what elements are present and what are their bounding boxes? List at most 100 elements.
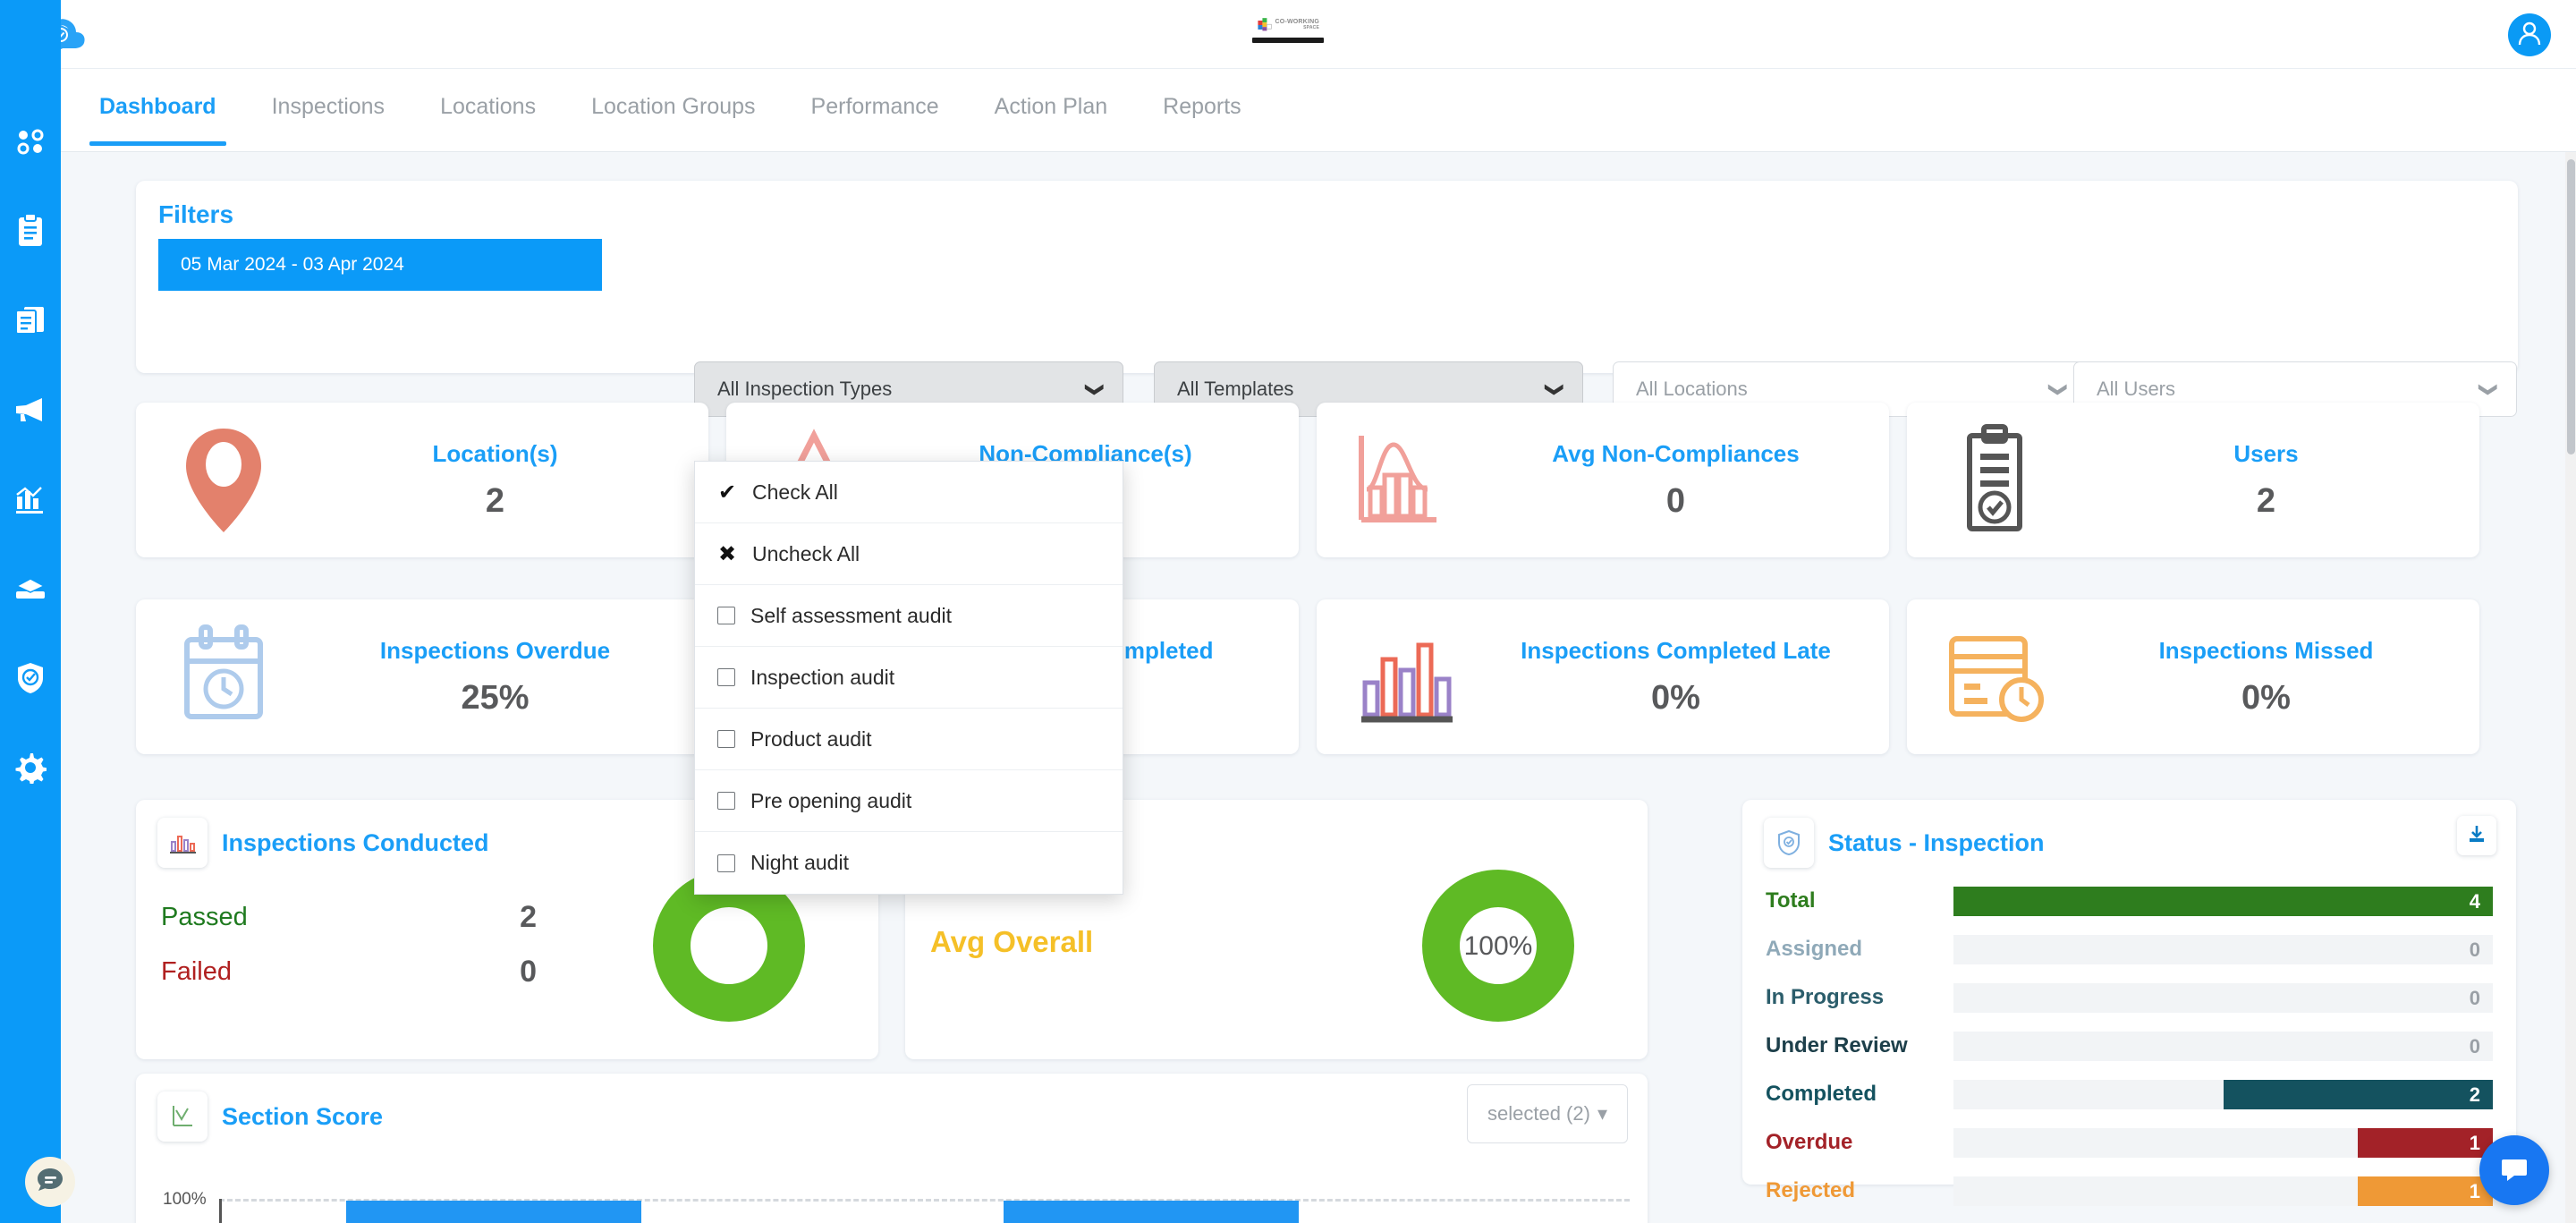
checkbox-icon[interactable] bbox=[717, 792, 735, 810]
status-row-rejected[interactable]: Rejected 1 bbox=[1742, 1167, 2516, 1215]
kpi-label: Inspections Completed Late bbox=[1521, 636, 1831, 664]
sidebar-item-inspections[interactable] bbox=[0, 186, 61, 276]
users-value: All Users bbox=[2097, 378, 2176, 400]
row-label: Failed bbox=[161, 957, 232, 986]
score-subtitle: Avg Overall bbox=[930, 925, 1094, 958]
status-label: Assigned bbox=[1766, 937, 1863, 961]
status-bar-track: 1 bbox=[1953, 1176, 2493, 1206]
sidebar-item-training[interactable] bbox=[0, 544, 61, 633]
row-label: Passed bbox=[161, 903, 248, 931]
panel-title: Inspections Conducted bbox=[222, 828, 489, 856]
kpi-card-locations[interactable]: Location(s) 2 bbox=[136, 403, 708, 557]
checkbox-icon[interactable] bbox=[717, 854, 735, 872]
kpi-card-inspections-missed[interactable]: Inspections Missed 0% bbox=[1907, 599, 2479, 754]
avatar[interactable] bbox=[2508, 13, 2551, 56]
card-clock-icon bbox=[1907, 628, 2081, 726]
checkbox-icon[interactable] bbox=[717, 607, 735, 624]
chevron-down-icon: ▾ bbox=[1597, 1102, 1607, 1125]
help-chat-button[interactable] bbox=[25, 1157, 75, 1207]
page-scrollbar[interactable] bbox=[2565, 152, 2576, 1223]
date-range-filter[interactable]: 05 Mar 2024 - 03 Apr 2024 bbox=[158, 239, 602, 291]
kpi-label: Inspections Missed bbox=[2158, 636, 2374, 664]
sidebar-item-documents[interactable] bbox=[0, 276, 61, 365]
clipboard-icon bbox=[15, 214, 46, 248]
checkbox-icon[interactable] bbox=[717, 668, 735, 686]
kpi-card-inspections-completed-late[interactable]: Inspections Completed Late 0% bbox=[1317, 599, 1889, 754]
chevron-down-icon: ❯ bbox=[1545, 381, 1565, 397]
main-nav: Dashboard Inspections Locations Location… bbox=[61, 69, 2576, 152]
scrollbar-thumb[interactable] bbox=[2567, 159, 2575, 454]
tab-reports[interactable]: Reports bbox=[1135, 94, 1269, 152]
kpi-card-avg-non-compliances[interactable]: Avg Non-Compliances 0 bbox=[1317, 403, 1889, 557]
messenger-button[interactable] bbox=[2479, 1135, 2549, 1205]
tab-locations[interactable]: Locations bbox=[412, 94, 564, 152]
sidebar-item-settings[interactable] bbox=[0, 723, 61, 812]
uncheck-all-icon: ✖ bbox=[717, 541, 737, 566]
chevron-down-icon: ❯ bbox=[2048, 381, 2069, 397]
section-score-bar-0[interactable] bbox=[346, 1201, 641, 1223]
sidebar-item-compliance[interactable] bbox=[0, 633, 61, 723]
documents-icon bbox=[13, 304, 47, 336]
y-axis-tick-100: 100% bbox=[163, 1190, 207, 1209]
nav-tabs: Dashboard Inspections Locations Location… bbox=[61, 69, 2576, 152]
analytics-chart-icon bbox=[14, 484, 47, 514]
status-value: 2 bbox=[2469, 1083, 2480, 1106]
status-bar-track: 0 bbox=[1953, 1031, 2493, 1061]
status-value: 0 bbox=[2469, 1034, 2480, 1057]
section-score-panel: Section Score selected (2) ▾ 100% bbox=[136, 1074, 1648, 1223]
logo-text-line1: CO-WORKING bbox=[1275, 19, 1319, 25]
tab-dashboard[interactable]: Dashboard bbox=[72, 94, 244, 152]
tab-performance[interactable]: Performance bbox=[784, 94, 967, 152]
status-label: Total bbox=[1766, 888, 1816, 913]
kpi-card-inspections-overdue[interactable]: Inspections Overdue 25% bbox=[136, 599, 708, 754]
status-value: 0 bbox=[2469, 986, 2480, 1009]
status-row-total[interactable]: Total 4 bbox=[1742, 877, 2516, 925]
tab-location-groups[interactable]: Location Groups bbox=[564, 94, 783, 152]
dropdown-uncheck-all[interactable]: ✖ Uncheck All bbox=[695, 523, 1123, 585]
filters-title: Filters bbox=[158, 200, 234, 228]
dropdown-item-label: Self assessment audit bbox=[750, 603, 953, 627]
status-bar-track: 0 bbox=[1953, 982, 2493, 1013]
status-row-in-progress[interactable]: In Progress 0 bbox=[1742, 973, 2516, 1022]
status-value: 1 bbox=[2469, 1131, 2480, 1154]
inspection-types-value: All Inspection Types bbox=[717, 378, 893, 400]
section-score-selector[interactable]: selected (2) ▾ bbox=[1467, 1084, 1628, 1143]
logo-text-line2: SPACE bbox=[1303, 25, 1319, 30]
status-row-under-review[interactable]: Under Review 0 bbox=[1742, 1022, 2516, 1070]
dropdown-option-product-audit[interactable]: Product audit bbox=[695, 709, 1123, 770]
section-score-bar-1[interactable] bbox=[1004, 1201, 1299, 1223]
dropdown-option-inspection-audit[interactable]: Inspection audit bbox=[695, 647, 1123, 709]
status-bar-fill bbox=[1953, 886, 2493, 916]
shield-check-icon bbox=[1764, 818, 1814, 868]
megaphone-icon bbox=[13, 395, 47, 424]
dropdown-option-self-assessment-audit[interactable]: Self assessment audit bbox=[695, 585, 1123, 647]
status-row-assigned[interactable]: Assigned 0 bbox=[1742, 925, 2516, 973]
sidebar-item-analytics[interactable] bbox=[0, 454, 61, 544]
left-sidebar bbox=[0, 0, 61, 1223]
sidebar-item-dashboard[interactable] bbox=[0, 97, 61, 186]
download-button[interactable] bbox=[2457, 816, 2496, 855]
kpi-value: 2 bbox=[2256, 481, 2276, 520]
chat-bubble-icon bbox=[34, 1164, 66, 1201]
tab-inspections[interactable]: Inspections bbox=[244, 94, 412, 152]
dropdown-item-label: Pre opening audit bbox=[750, 788, 912, 812]
bar-chart-icon bbox=[1317, 624, 1491, 731]
dropdown-option-night-audit[interactable]: Night audit bbox=[695, 832, 1123, 894]
check-all-icon: ✔ bbox=[717, 480, 737, 505]
kpi-card-users[interactable]: Users 2 bbox=[1907, 403, 2479, 557]
tab-action-plan[interactable]: Action Plan bbox=[967, 94, 1135, 152]
dropdown-option-pre-opening-audit[interactable]: Pre opening audit bbox=[695, 770, 1123, 832]
status-bar-track: 2 bbox=[1953, 1079, 2493, 1109]
inspection-types-dropdown: ✔ Check All ✖ Uncheck All Self assessmen… bbox=[694, 461, 1123, 895]
sidebar-item-announcements[interactable] bbox=[0, 365, 61, 454]
shield-check-icon bbox=[15, 661, 46, 695]
status-value: 1 bbox=[2469, 1179, 2480, 1202]
clipboard-check-icon bbox=[1907, 423, 2081, 538]
dropdown-check-all[interactable]: ✔ Check All bbox=[695, 462, 1123, 523]
logo-underbar bbox=[1252, 38, 1324, 43]
checkbox-icon[interactable] bbox=[717, 730, 735, 748]
training-cap-icon bbox=[13, 575, 47, 602]
status-label: In Progress bbox=[1766, 985, 1885, 1009]
status-row-completed[interactable]: Completed 2 bbox=[1742, 1070, 2516, 1118]
status-row-overdue[interactable]: Overdue 1 bbox=[1742, 1118, 2516, 1167]
